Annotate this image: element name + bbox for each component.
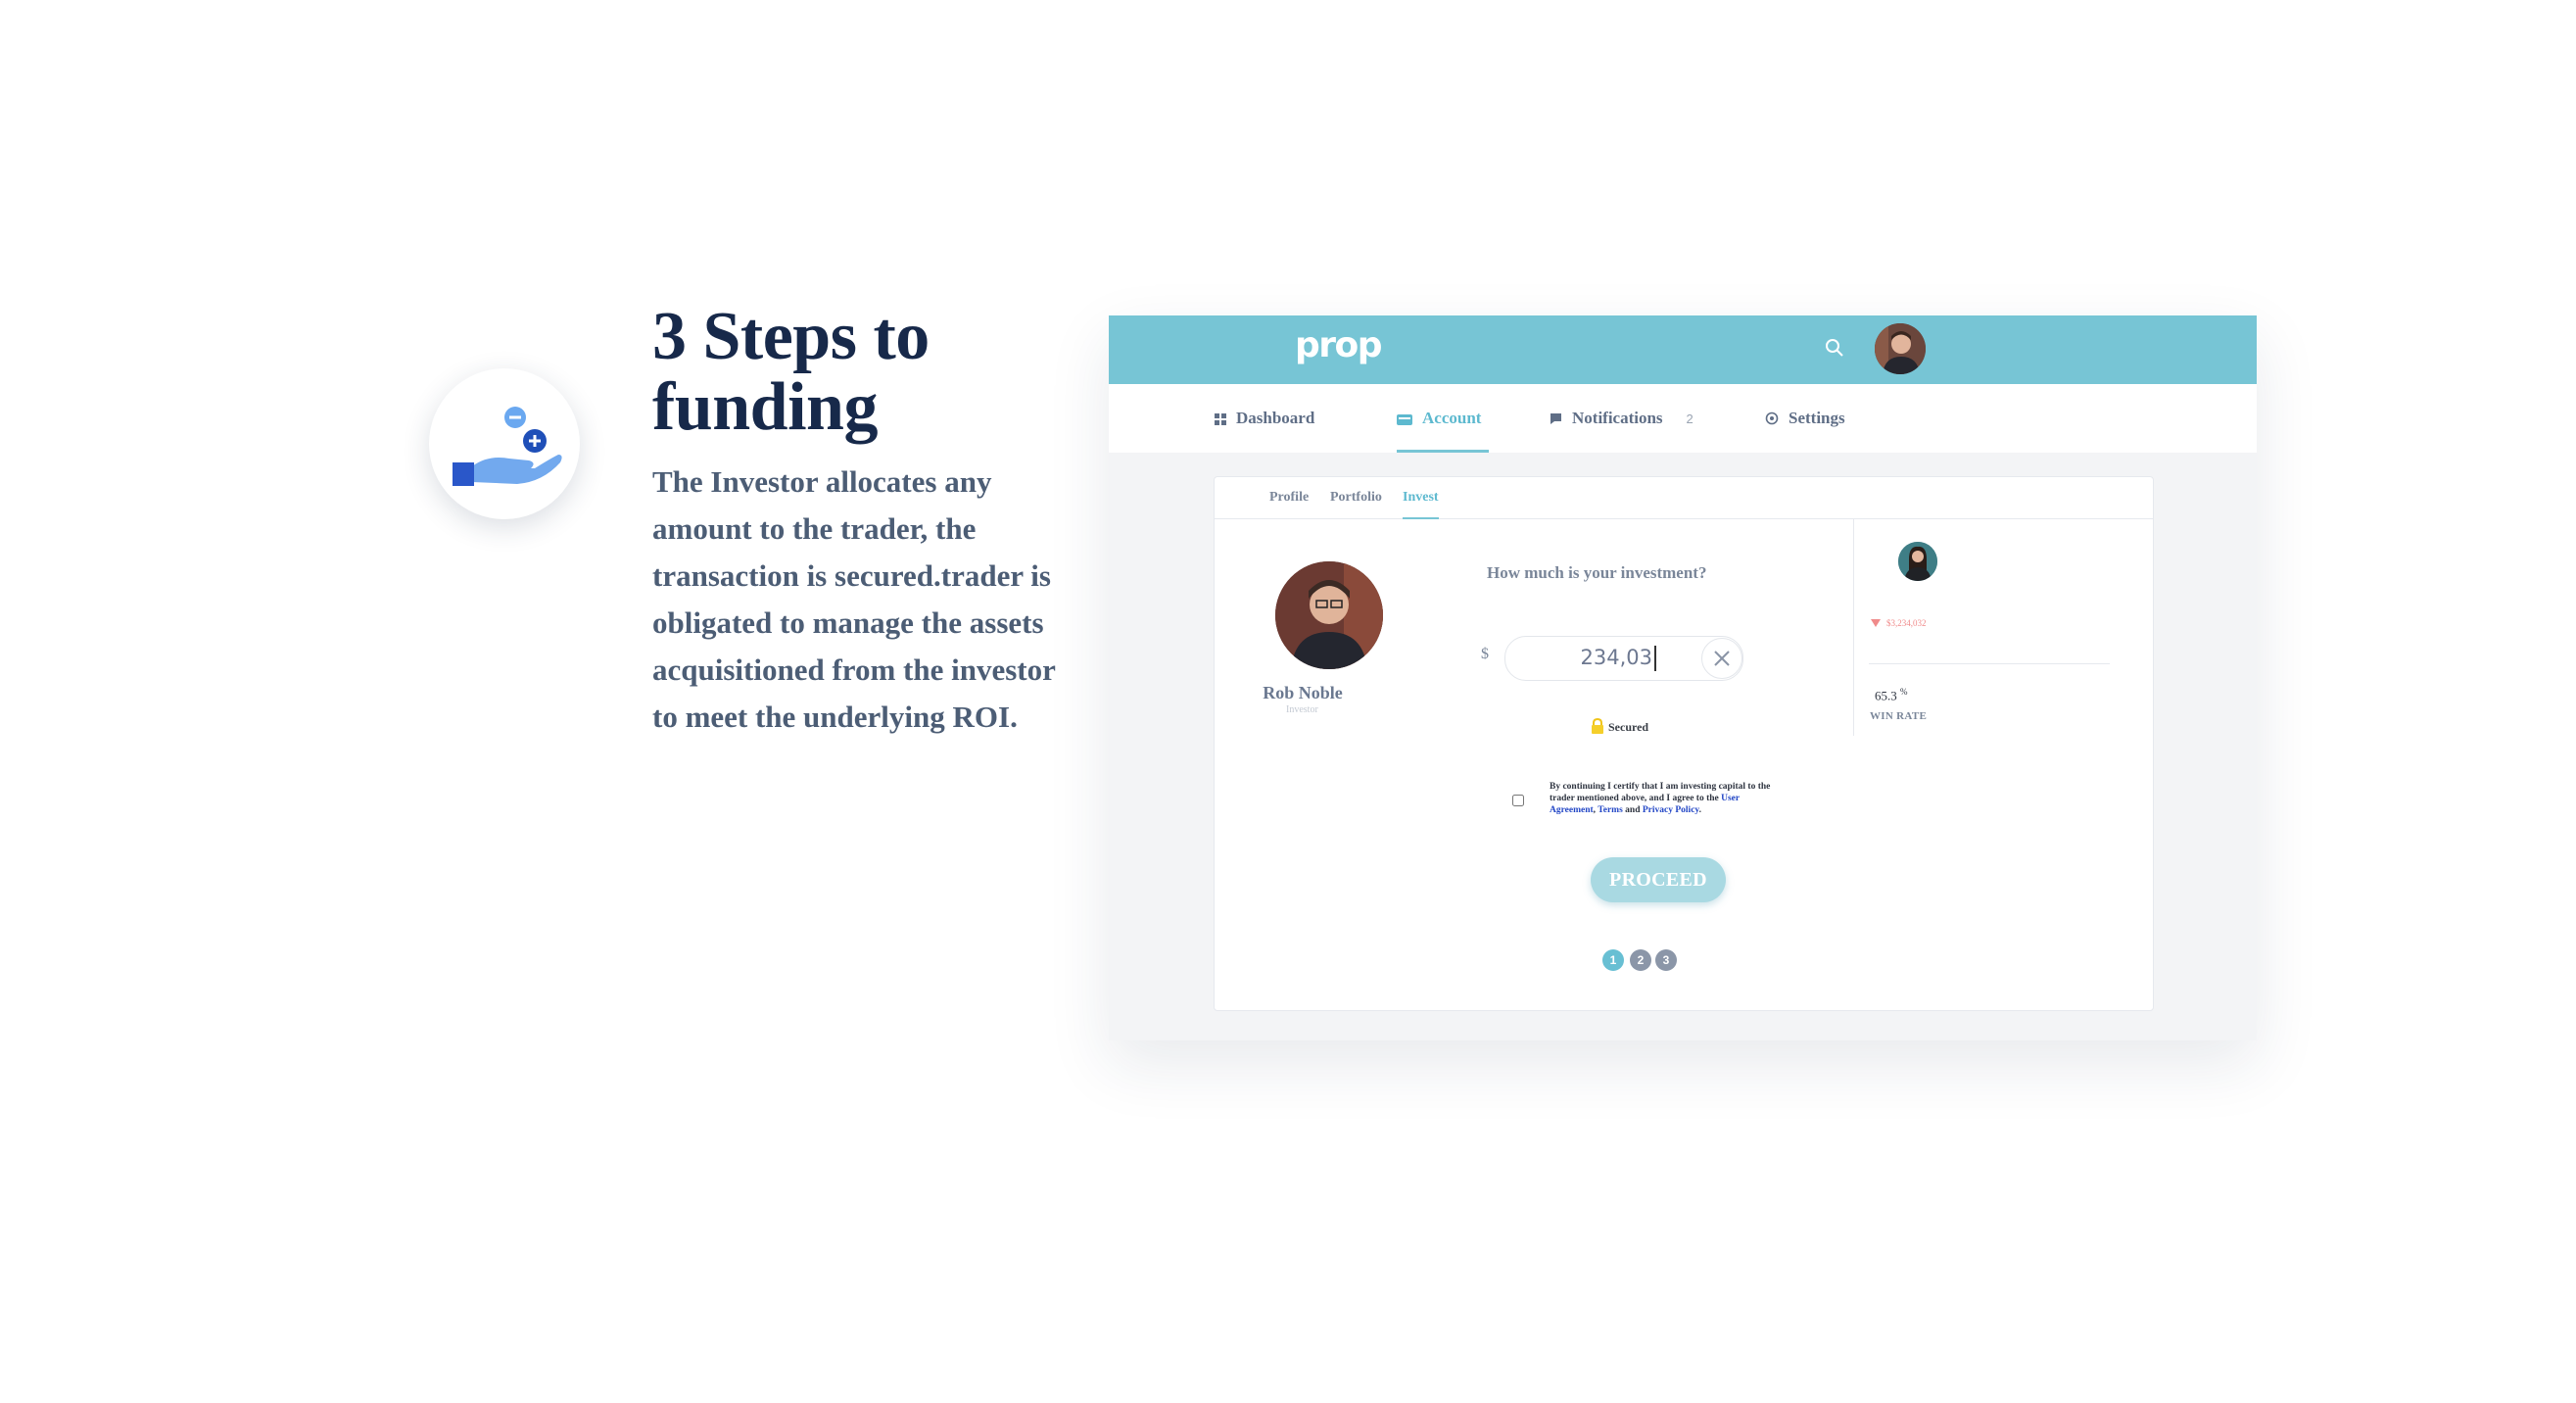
agree-checkbox[interactable] [1512, 795, 1524, 806]
nav-settings[interactable]: Settings [1765, 384, 1845, 453]
chat-icon [1550, 386, 1562, 455]
invest-card: Profile Portfolio Invest Rob Noble Inves… [1214, 476, 2154, 1011]
clear-button[interactable] [1701, 638, 1742, 679]
nav-dashboard[interactable]: Dashboard [1215, 384, 1314, 453]
logo[interactable]: prop [1295, 325, 1383, 365]
win-rate-value: 65.3 % [1875, 687, 1908, 703]
search-icon[interactable] [1824, 337, 1845, 363]
hero-title: 3 Steps to funding [652, 299, 930, 445]
currency-symbol: $ [1481, 646, 1489, 662]
hero-icon-circle [429, 368, 580, 519]
nav-settings-label: Settings [1789, 409, 1845, 427]
agree-and: and [1625, 805, 1641, 815]
win-rate-unit: % [1900, 687, 1908, 697]
trader-name: Rob Noble [1263, 683, 1343, 702]
down-triangle-icon [1871, 619, 1881, 629]
trader-role: Investor [1286, 704, 1318, 715]
text-caret [1654, 646, 1656, 671]
nav-account-label: Account [1422, 409, 1482, 427]
app-mockup: prop Dashboard Account Notifications 2 S… [1109, 315, 2257, 1040]
lock-icon [1591, 717, 1604, 738]
win-rate-label: WIN RATE [1870, 710, 1928, 722]
hand-coins-icon [453, 407, 562, 486]
nav-dashboard-label: Dashboard [1236, 409, 1315, 427]
nav-notifications-label: Notifications [1572, 409, 1663, 427]
hero-description: The Investor allocates any amount to the… [652, 464, 1056, 734]
subtab-profile[interactable]: Profile [1269, 477, 1309, 518]
secured-label: Secured [1608, 720, 1649, 734]
wallet-icon [1397, 386, 1412, 455]
grid-icon [1215, 386, 1226, 455]
notifications-count: 2 [1686, 411, 1693, 426]
privacy-policy-link[interactable]: Privacy Policy [1643, 805, 1699, 815]
side-divider [1853, 518, 1854, 736]
side-value-text: $3,234,032 [1886, 618, 1927, 628]
proceed-button[interactable]: PROCEED [1591, 857, 1726, 902]
close-icon [1714, 651, 1730, 666]
investment-question: How much is your investment? [1487, 563, 1707, 582]
gear-icon [1765, 386, 1779, 455]
amount-input[interactable] [1564, 643, 1652, 672]
step-1[interactable]: 1 [1602, 949, 1624, 971]
side-value: $3,234,032 [1871, 618, 1927, 629]
agree-comma: , [1593, 805, 1597, 815]
user-avatar[interactable] [1875, 323, 1926, 374]
step-2[interactable]: 2 [1630, 949, 1651, 971]
nav-notifications[interactable]: Notifications 2 [1550, 384, 1693, 453]
trader-avatar [1275, 561, 1383, 669]
agree-period: . [1698, 805, 1702, 815]
sub-tabs: Profile Portfolio Invest [1215, 477, 2153, 519]
top-bar: prop [1109, 315, 2257, 384]
subtab-invest[interactable]: Invest [1403, 477, 1439, 519]
step-3[interactable]: 3 [1655, 949, 1677, 971]
nav-account[interactable]: Account [1397, 384, 1490, 455]
secured-indicator: Secured [1591, 717, 1649, 738]
agree-text: By continuing I certify that I am invest… [1550, 781, 1781, 816]
side-avatar [1898, 542, 1937, 581]
win-rate-number: 65.3 [1875, 688, 1897, 703]
subtab-portfolio[interactable]: Portfolio [1330, 477, 1382, 518]
main-nav: Dashboard Account Notifications 2 Setting… [1109, 384, 2257, 453]
terms-link[interactable]: Terms [1598, 805, 1623, 815]
amount-field [1504, 636, 1743, 681]
side-rule [1869, 663, 2110, 664]
